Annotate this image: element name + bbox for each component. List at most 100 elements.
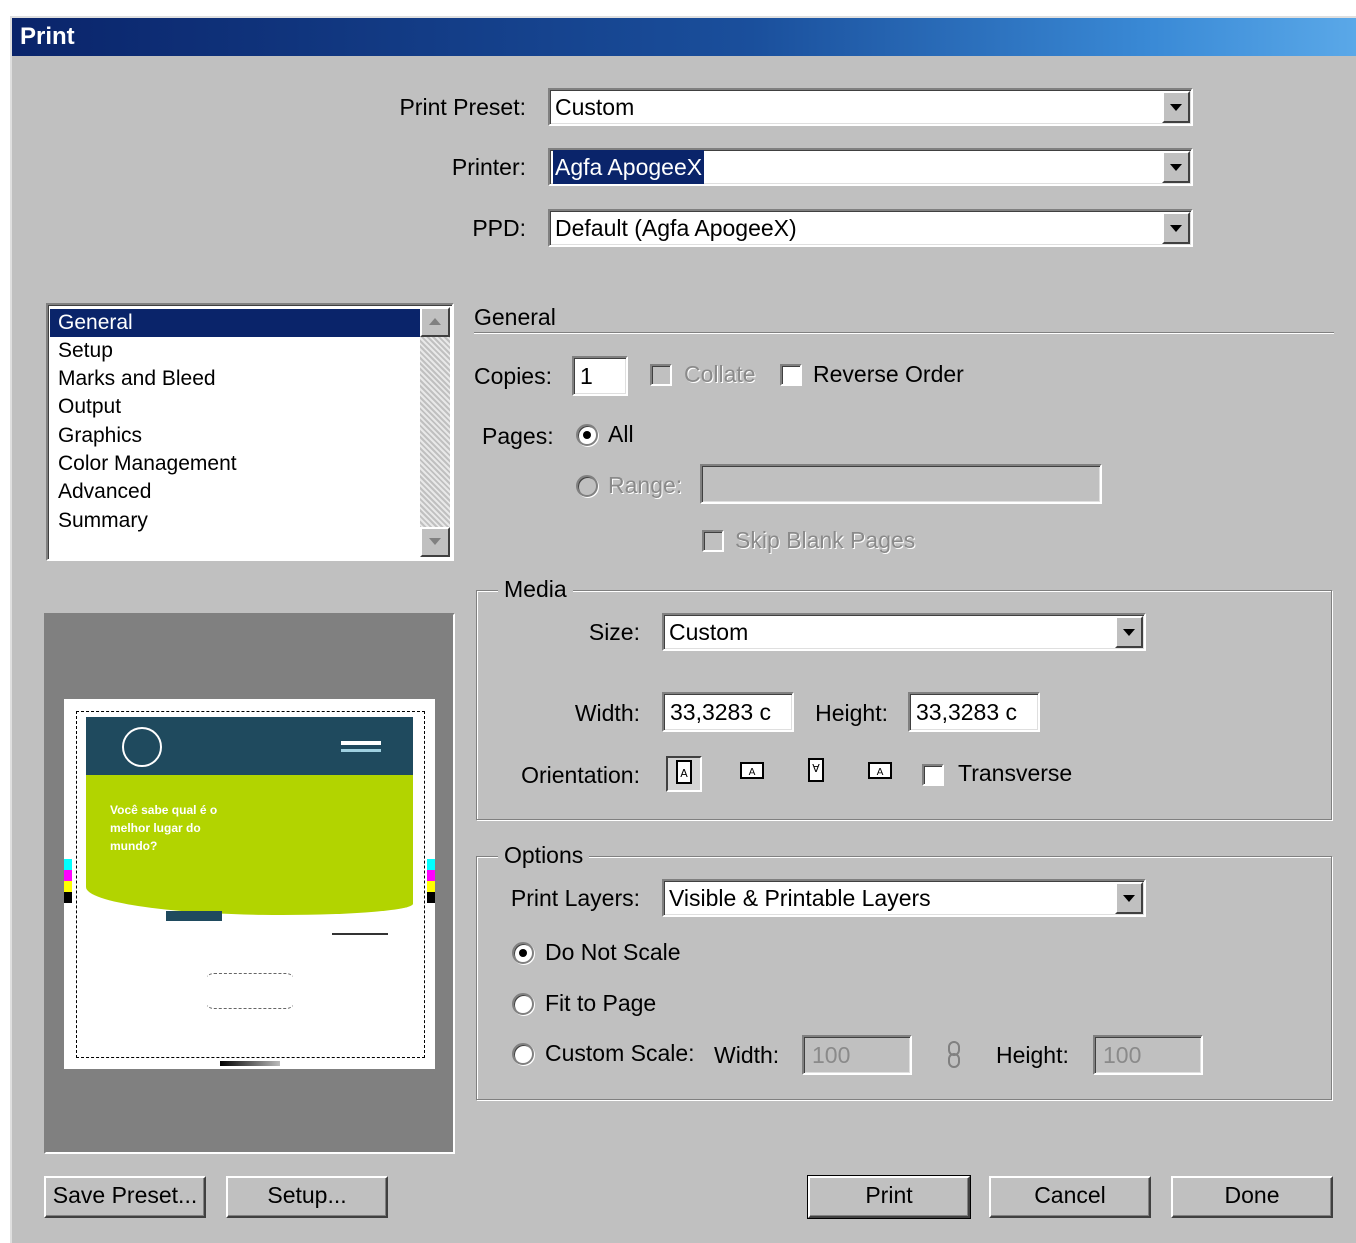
media-height-label: Height: — [815, 700, 888, 726]
ppd-value: Default (Agfa ApogeeX) — [555, 215, 797, 241]
reverse-order-label: Reverse Order — [813, 361, 964, 387]
preview-header-band — [86, 717, 413, 775]
portrait-orientation-icon[interactable]: A — [666, 756, 702, 792]
category-list[interactable]: General Setup Marks and Bleed Output Gra… — [46, 303, 454, 561]
skip-blank-pages-label: Skip Blank Pages — [735, 527, 916, 553]
do-not-scale-radio[interactable] — [512, 942, 534, 964]
preview-page: Você sabe qual é o melhor lugar do mundo… — [64, 699, 435, 1069]
chain-link-icon[interactable] — [944, 1040, 964, 1070]
list-item-output[interactable]: Output — [50, 393, 420, 421]
cancel-button[interactable]: Cancel — [989, 1176, 1151, 1218]
print-layers-select[interactable]: Visible & Printable Layers — [662, 879, 1146, 917]
custom-scale-radio[interactable] — [512, 1043, 534, 1065]
media-width-value: 33,3283 c — [670, 699, 772, 725]
media-width-label: Width: — [574, 700, 640, 726]
list-item-graphics[interactable]: Graphics — [50, 422, 420, 450]
preview-green-band: Você sabe qual é o melhor lugar do mundo… — [86, 775, 413, 915]
preview-header-text-mark — [341, 749, 381, 752]
scale-width-value: 100 — [812, 1042, 851, 1068]
preview-color-bar-left — [64, 859, 72, 903]
print-layers-value: Visible & Printable Layers — [669, 885, 931, 911]
media-size-select[interactable]: Custom — [662, 613, 1146, 651]
preview-text-line — [332, 933, 388, 935]
printer-value: Agfa ApogeeX — [553, 150, 705, 184]
custom-scale-label: Custom Scale: — [545, 1040, 695, 1066]
media-width-input[interactable]: 33,3283 c — [662, 692, 794, 732]
list-item-marks-and-bleed[interactable]: Marks and Bleed — [50, 365, 420, 393]
transverse-checkbox[interactable] — [922, 764, 944, 786]
print-preview: Você sabe qual é o melhor lugar do mundo… — [44, 613, 455, 1154]
svg-text:A: A — [680, 767, 688, 780]
orientation-label: Orientation: — [521, 762, 640, 788]
list-item-summary[interactable]: Summary — [50, 507, 420, 535]
range-input[interactable] — [700, 464, 1102, 504]
scale-width-input[interactable]: 100 — [802, 1035, 912, 1075]
scroll-up-arrow-icon[interactable] — [420, 307, 450, 337]
chevron-down-icon[interactable] — [1115, 882, 1143, 914]
preview-logo — [122, 727, 162, 767]
options-title: Options — [498, 840, 590, 870]
title-bar: Print — [12, 18, 1356, 56]
print-layers-label: Print Layers: — [510, 885, 640, 911]
preview-color-bar-right — [427, 859, 435, 903]
transverse-label: Transverse — [958, 760, 1073, 786]
svg-text:A: A — [749, 767, 756, 778]
fit-to-page-label: Fit to Page — [545, 990, 657, 1016]
preview-gray-bar — [220, 1061, 280, 1066]
collate-label: Collate — [684, 361, 756, 387]
reverse-landscape-orientation-icon[interactable]: A — [862, 756, 898, 792]
scale-height-value: 100 — [1103, 1042, 1142, 1068]
pages-all-label: All — [608, 421, 634, 447]
printer-label: Printer: — [451, 154, 526, 180]
chevron-down-icon[interactable] — [1162, 212, 1190, 244]
preview-corner-marks — [204, 973, 296, 1009]
done-button[interactable]: Done — [1171, 1176, 1333, 1218]
pages-all-radio[interactable] — [576, 424, 598, 446]
print-button[interactable]: Print — [807, 1175, 971, 1219]
list-item-setup[interactable]: Setup — [50, 337, 420, 365]
chevron-down-icon[interactable] — [1162, 91, 1190, 123]
reverse-order-checkbox[interactable] — [780, 364, 802, 386]
ppd-label: PPD: — [472, 215, 526, 241]
media-size-value: Custom — [669, 619, 749, 645]
preview-header-text-mark — [341, 741, 381, 745]
skip-blank-pages-checkbox[interactable] — [702, 530, 724, 552]
chevron-down-icon[interactable] — [1115, 616, 1143, 648]
window-title: Print — [20, 23, 75, 50]
copies-value: 1 — [580, 363, 593, 389]
pages-range-radio[interactable] — [576, 475, 598, 497]
print-preset-value: Custom — [555, 94, 635, 120]
pages-range-label: Range: — [608, 472, 683, 498]
list-item-advanced[interactable]: Advanced — [50, 478, 420, 506]
preview-headline: Você sabe qual é o melhor lugar do mundo… — [110, 803, 218, 853]
scale-height-input[interactable]: 100 — [1093, 1035, 1203, 1075]
media-size-label: Size: — [588, 619, 640, 645]
fit-to-page-radio[interactable] — [512, 993, 534, 1015]
list-item-color-management[interactable]: Color Management — [50, 450, 420, 478]
pages-label: Pages: — [482, 423, 554, 449]
svg-text:A: A — [877, 767, 884, 778]
chevron-down-icon[interactable] — [1162, 151, 1190, 183]
reverse-portrait-orientation-icon[interactable]: A — [798, 756, 834, 792]
media-height-input[interactable]: 33,3283 c — [908, 692, 1040, 732]
printer-select[interactable]: Agfa ApogeeX — [548, 148, 1193, 186]
ppd-select[interactable]: Default (Agfa ApogeeX) — [548, 209, 1193, 247]
list-scrollbar[interactable] — [420, 307, 450, 557]
landscape-orientation-icon[interactable]: A — [734, 756, 770, 792]
media-height-value: 33,3283 c — [916, 699, 1018, 725]
copies-input[interactable]: 1 — [572, 356, 628, 396]
do-not-scale-label: Do Not Scale — [545, 939, 681, 965]
media-title: Media — [498, 574, 573, 604]
copies-label: Copies: — [474, 363, 552, 389]
print-preset-label: Print Preset: — [399, 94, 526, 120]
preview-logo-bar — [166, 911, 222, 921]
scroll-down-arrow-icon[interactable] — [420, 527, 450, 557]
scale-width-label: Width: — [714, 1042, 780, 1068]
general-section-title: General — [474, 304, 556, 330]
svg-text:A: A — [812, 761, 820, 774]
save-preset-button[interactable]: Save Preset... — [44, 1176, 206, 1218]
collate-checkbox[interactable] — [650, 364, 672, 386]
list-item-general[interactable]: General — [50, 309, 420, 337]
setup-button[interactable]: Setup... — [226, 1176, 388, 1218]
print-preset-select[interactable]: Custom — [548, 88, 1193, 126]
